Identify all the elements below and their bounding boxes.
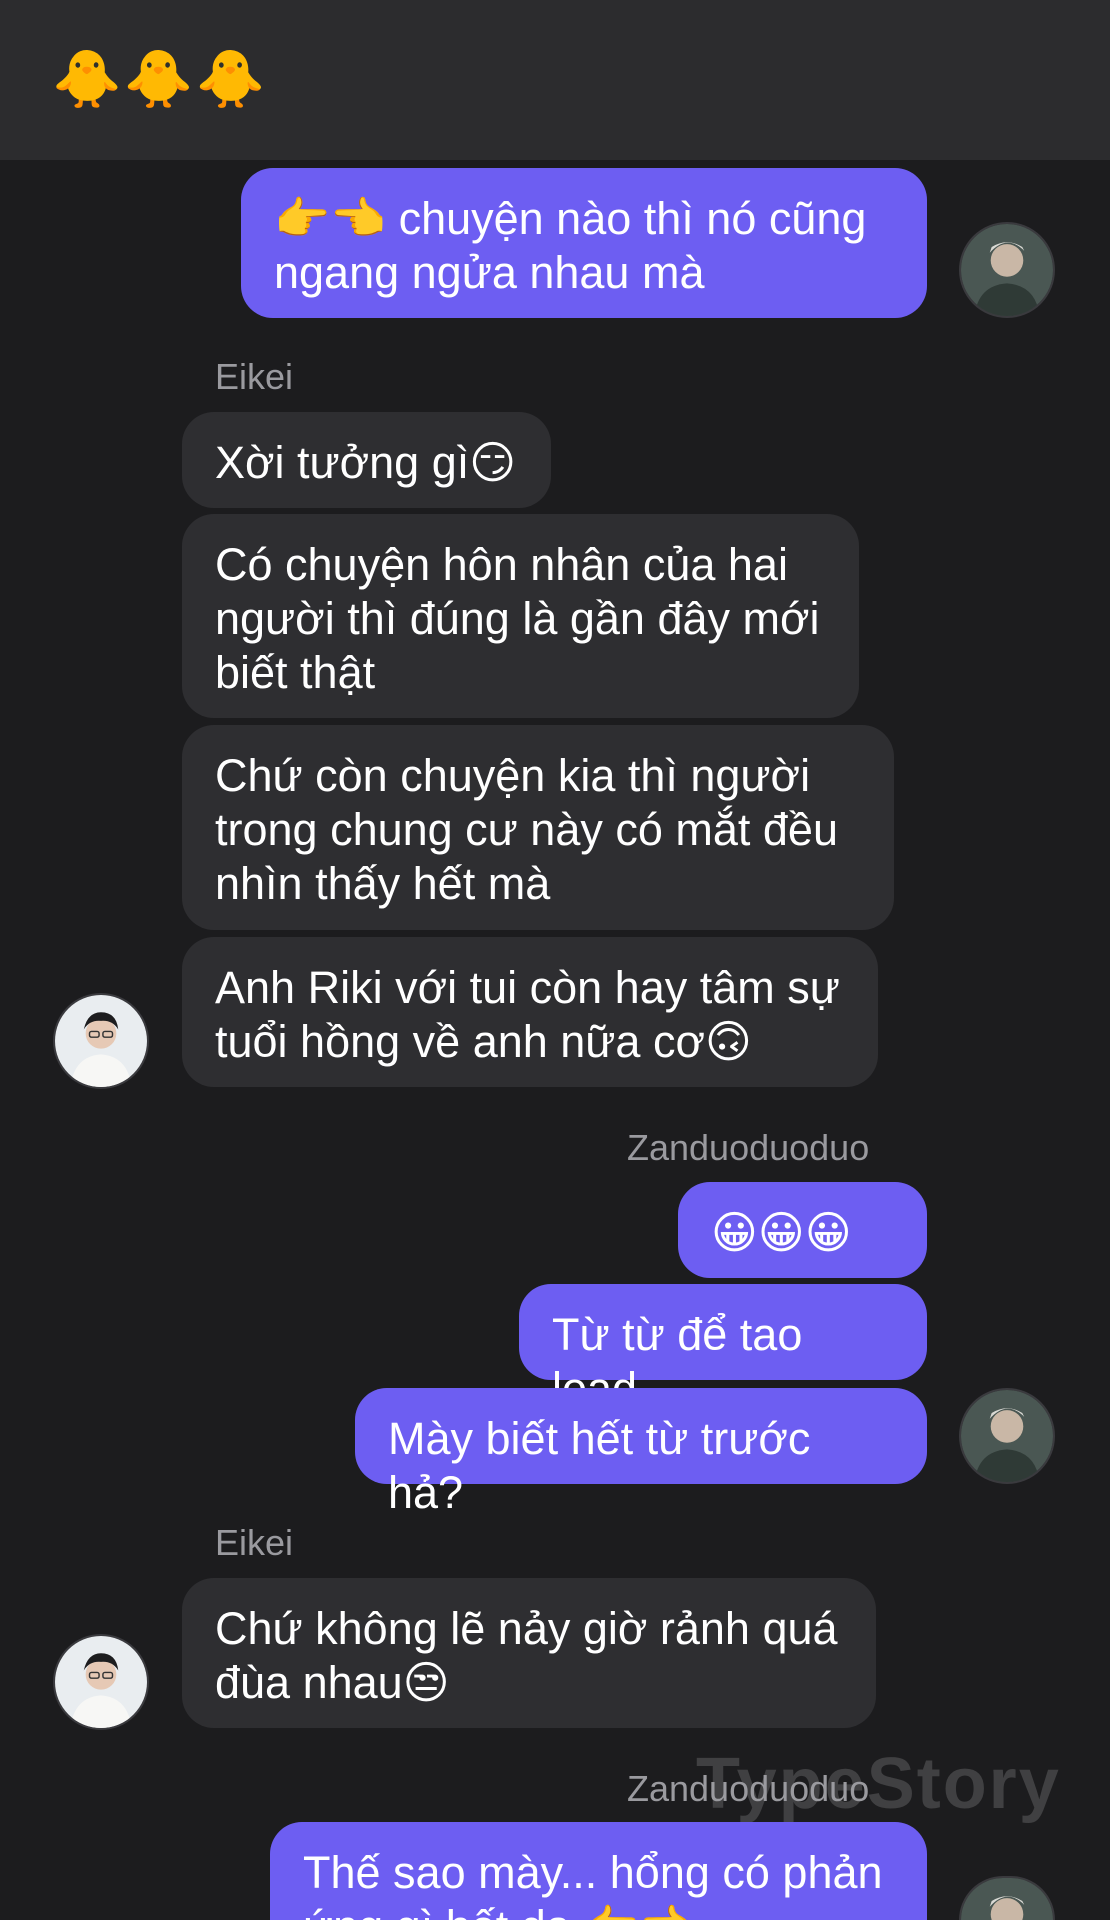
- avatar-self[interactable]: [959, 1388, 1055, 1484]
- message-bubble-incoming[interactable]: Có chuyện hôn nhân của hai người thì đún…: [182, 514, 859, 718]
- message-bubble-incoming[interactable]: Anh Riki với tui còn hay tâm sự tuổi hồn…: [182, 937, 878, 1087]
- avatar-eikei[interactable]: [53, 993, 149, 1089]
- message-bubble-outgoing[interactable]: 😀😀😀: [678, 1182, 927, 1278]
- sender-name: Eikei: [215, 1522, 294, 1563]
- sender-name: Zanduoduoduo: [627, 1127, 870, 1168]
- message-bubble-outgoing[interactable]: Mày biết hết từ trước hả?: [355, 1388, 927, 1518]
- message-bubble-incoming[interactable]: Chứ không lẽ nảy giờ rảnh quá đùa nhau😒: [182, 1578, 876, 1728]
- chat-header: 🐥🐥🐥: [0, 0, 1110, 160]
- avatar-self[interactable]: [959, 1876, 1055, 1920]
- sender-name: Eikei: [215, 356, 294, 397]
- message-bubble-outgoing[interactable]: Từ từ để tao load: [519, 1284, 927, 1414]
- message-bubble-outgoing[interactable]: Thế sao mày... hổng có phản ứng gì hết d…: [270, 1822, 927, 1920]
- message-bubble-incoming[interactable]: Chứ còn chuyện kia thì người trong chung…: [182, 725, 894, 930]
- chat-title[interactable]: 🐥🐥🐥: [52, 44, 267, 116]
- message-bubble-incoming[interactable]: Xời tưởng gì😏: [182, 412, 551, 508]
- message-bubble-outgoing[interactable]: 👉👈 chuyện nào thì nó cũng ngang ngửa nha…: [241, 168, 927, 318]
- avatar-eikei[interactable]: [53, 1634, 149, 1730]
- avatar-self[interactable]: [959, 222, 1055, 318]
- sender-name: Zanduoduoduo: [627, 1768, 870, 1809]
